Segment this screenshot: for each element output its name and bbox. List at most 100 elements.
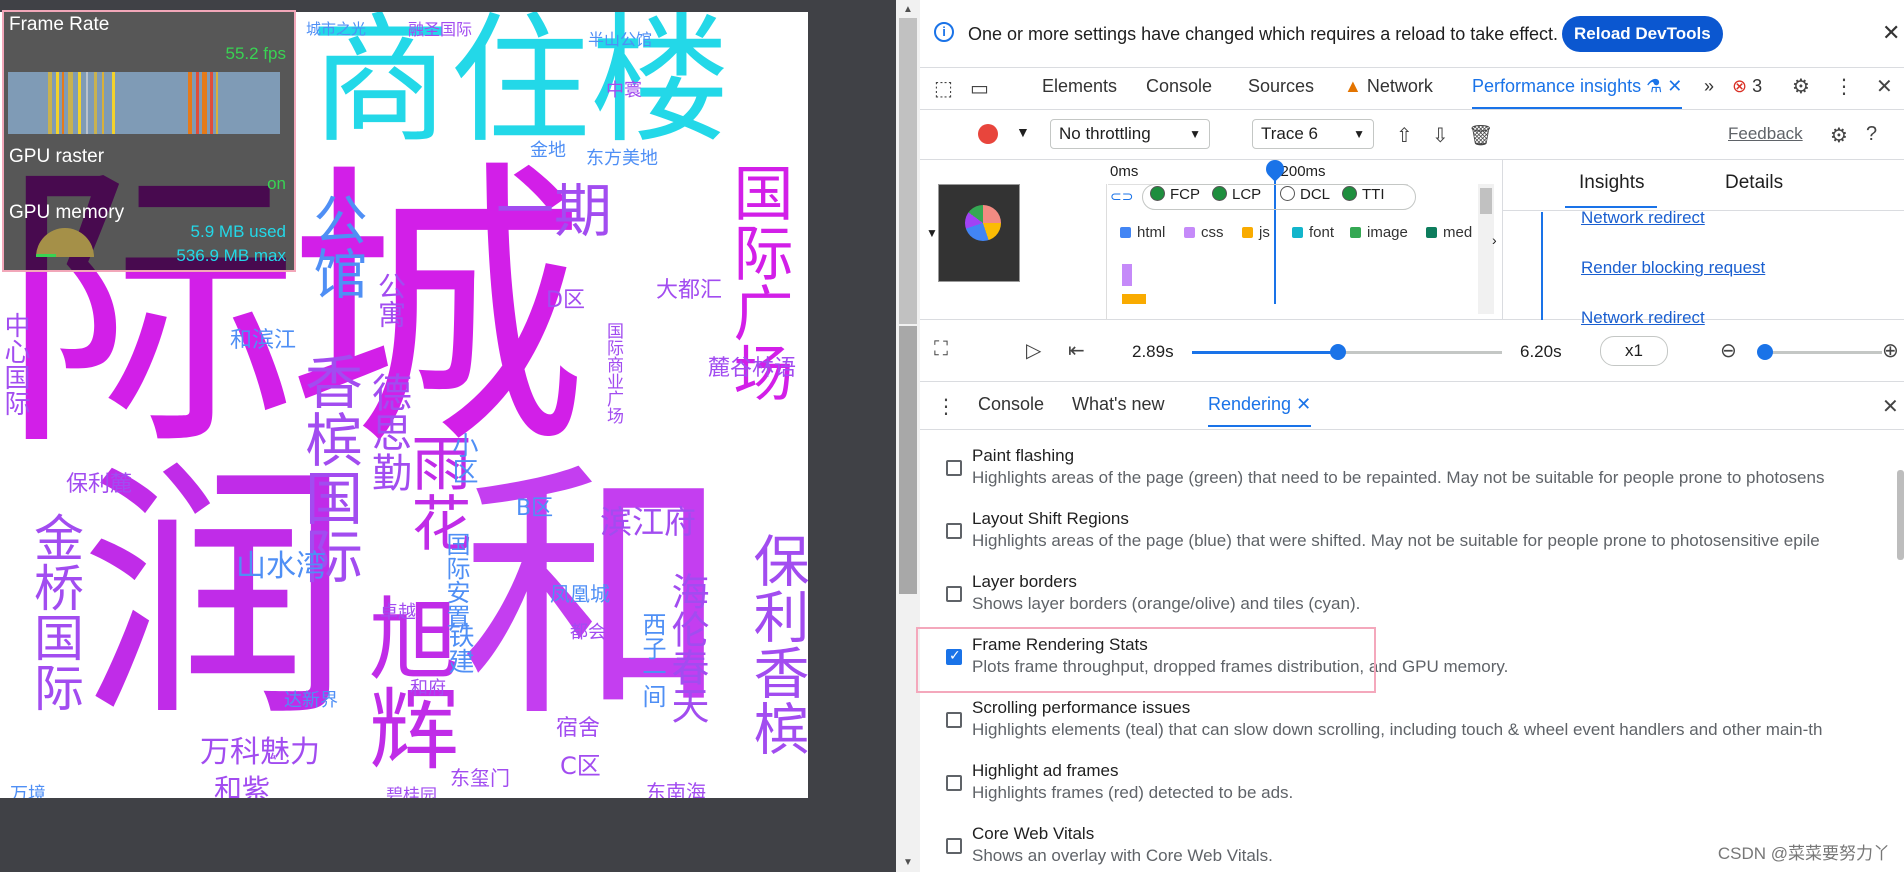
drawer-tab-whats-new[interactable]: What's new: [1072, 394, 1164, 415]
chevron-down-icon: ▼: [1353, 127, 1365, 141]
option-checkbox[interactable]: [946, 460, 962, 476]
insight-network-redirect[interactable]: Network redirect: [1581, 208, 1705, 228]
chevron-down-icon: ▼: [1189, 127, 1201, 141]
insight-render-blocking[interactable]: Render blocking request: [1581, 258, 1765, 278]
word: 宿舍: [556, 716, 601, 741]
screenshot-toggle-icon[interactable]: ⛶: [934, 338, 948, 361]
word: 和府: [410, 678, 446, 699]
feedback-link[interactable]: Feedback: [1728, 124, 1803, 144]
delete-trash-icon[interactable]: 🗑: [1468, 123, 1493, 148]
tab-console[interactable]: Console: [1146, 76, 1212, 97]
device-toolbar-icon[interactable]: ▭: [970, 76, 989, 101]
legend-item: html: [1120, 224, 1165, 241]
skip-to-start-icon[interactable]: ⇤: [1068, 338, 1085, 363]
timeline-scrollbar[interactable]: [1478, 184, 1494, 314]
upload-icon[interactable]: ⇧: [1396, 123, 1413, 148]
throttling-select[interactable]: No throttling ▼: [1050, 119, 1210, 149]
inspect-element-icon[interactable]: ⬚: [934, 76, 953, 101]
close-infobar-icon[interactable]: ✕: [1882, 20, 1900, 46]
close-tab-icon[interactable]: ✕: [1667, 76, 1682, 96]
option-checkbox[interactable]: [946, 775, 962, 791]
rendering-option[interactable]: Highlight ad frames Highlights frames (re…: [920, 745, 1880, 803]
close-drawer-icon[interactable]: ✕: [1882, 394, 1899, 419]
playback-slider[interactable]: [1192, 344, 1502, 360]
tab-details[interactable]: Details: [1725, 172, 1783, 194]
scroll-down-icon[interactable]: ▼: [903, 857, 913, 868]
playback-knob[interactable]: [1329, 344, 1346, 360]
option-checkbox[interactable]: [946, 838, 962, 854]
drawer-tab-rendering[interactable]: Rendering ✕: [1208, 394, 1312, 427]
option-title: Core Web Vitals: [972, 824, 1095, 843]
ruler-start: 0ms: [1110, 163, 1139, 180]
speed-button[interactable]: x1: [1600, 336, 1668, 366]
play-icon[interactable]: ▷: [1026, 338, 1041, 363]
drawer-tab-console[interactable]: Console: [978, 394, 1044, 415]
playback-bar: ⛶ ▷ ⇤ 2.89s 6.20s x1 ⊖ ⊕: [920, 320, 1904, 382]
gpu-memory-gauge: [36, 228, 94, 257]
option-checkbox[interactable]: [946, 647, 962, 665]
page-scrollbar[interactable]: ▲ ▼: [896, 0, 920, 872]
drawer-menu-icon[interactable]: ⋮: [936, 394, 956, 419]
rendering-scrollbar[interactable]: [1896, 430, 1904, 872]
option-checkbox[interactable]: [946, 523, 962, 539]
tab-performance-insights[interactable]: Performance insights ⚗ ✕: [1472, 76, 1683, 109]
option-checkbox[interactable]: [946, 586, 962, 602]
scroll-thumb[interactable]: [899, 18, 917, 324]
word: 麓谷林语: [708, 356, 797, 381]
js-request-bar[interactable]: [1122, 294, 1146, 304]
tab-insights[interactable]: Insights: [1579, 172, 1644, 194]
tab-sources[interactable]: Sources: [1248, 76, 1314, 97]
scroll-up-icon[interactable]: ▲: [903, 4, 913, 15]
help-icon[interactable]: ?: [1866, 123, 1877, 146]
insights-pane: Insights Details Network redirect Render…: [1502, 160, 1904, 327]
chevron-right-icon[interactable]: ›: [1492, 232, 1497, 248]
option-title: Layout Shift Regions: [972, 509, 1129, 528]
legend-item: med: [1426, 224, 1472, 241]
time-ruler: 0ms 3,200ms: [1108, 160, 1408, 185]
close-tab-icon[interactable]: ✕: [1296, 394, 1311, 414]
option-description: Highlights frames (red) detected to be a…: [972, 783, 1294, 802]
rendering-scroll-thumb[interactable]: [1897, 470, 1904, 560]
word: C区: [560, 752, 601, 780]
screenshot-thumbnail[interactable]: [938, 184, 1020, 282]
reload-devtools-button[interactable]: Reload DevTools: [1562, 16, 1723, 52]
rendering-option[interactable]: Layer borders Shows layer borders (orange…: [920, 556, 1880, 614]
rendering-option[interactable]: Paint flashing Highlights areas of the pa…: [920, 430, 1880, 488]
word: 碧桂园: [386, 786, 437, 799]
close-devtools-icon[interactable]: ✕: [1876, 74, 1893, 99]
word: 和紫: [214, 773, 271, 799]
metric-lcp: LCP: [1212, 186, 1261, 203]
word: 铁建: [444, 622, 474, 674]
error-counter[interactable]: ⊗ 3: [1732, 76, 1762, 97]
rendering-option[interactable]: Frame Rendering Stats Plots frame through…: [920, 619, 1880, 677]
more-tabs-icon[interactable]: »: [1704, 76, 1714, 97]
expand-triangle-icon[interactable]: ▼: [926, 226, 938, 240]
zoom-in-icon[interactable]: ⊕: [1882, 338, 1899, 363]
word: 国际安置: [442, 532, 470, 628]
legend-item: font: [1292, 224, 1334, 241]
rendering-option[interactable]: Scrolling performance issues Highlights e…: [920, 682, 1880, 740]
tab-network[interactable]: ▲ Network: [1344, 76, 1433, 97]
more-options-icon[interactable]: ⋮: [1834, 74, 1854, 99]
word: 东玺门: [450, 766, 510, 790]
zoom-slider[interactable]: [1757, 344, 1882, 360]
trace-select[interactable]: Trace 6 ▼: [1252, 119, 1374, 149]
word: 融圣国际: [408, 20, 473, 39]
zoom-knob[interactable]: [1757, 344, 1773, 360]
record-button[interactable]: [978, 124, 998, 144]
settings-gear-icon[interactable]: ⚙: [1792, 74, 1810, 99]
download-icon[interactable]: ⇩: [1432, 123, 1449, 148]
option-checkbox[interactable]: [946, 712, 962, 728]
word: 一期: [496, 177, 613, 245]
tab-elements[interactable]: Elements: [1042, 76, 1117, 97]
css-request-bar[interactable]: [1122, 264, 1132, 286]
word: D区: [546, 288, 585, 313]
rendering-option[interactable]: Layout Shift Regions Highlights areas of …: [920, 493, 1880, 551]
scroll-thumb-active[interactable]: [899, 326, 917, 594]
link-icon[interactable]: ⊂⊃: [1110, 188, 1133, 205]
record-menu-chevron-down-icon[interactable]: ▼: [1016, 124, 1030, 140]
perf-settings-gear-icon[interactable]: ⚙: [1830, 123, 1848, 148]
word: 滨江府: [600, 503, 697, 541]
zoom-out-icon[interactable]: ⊖: [1720, 338, 1737, 363]
timeline-scroll-thumb[interactable]: [1480, 188, 1492, 214]
